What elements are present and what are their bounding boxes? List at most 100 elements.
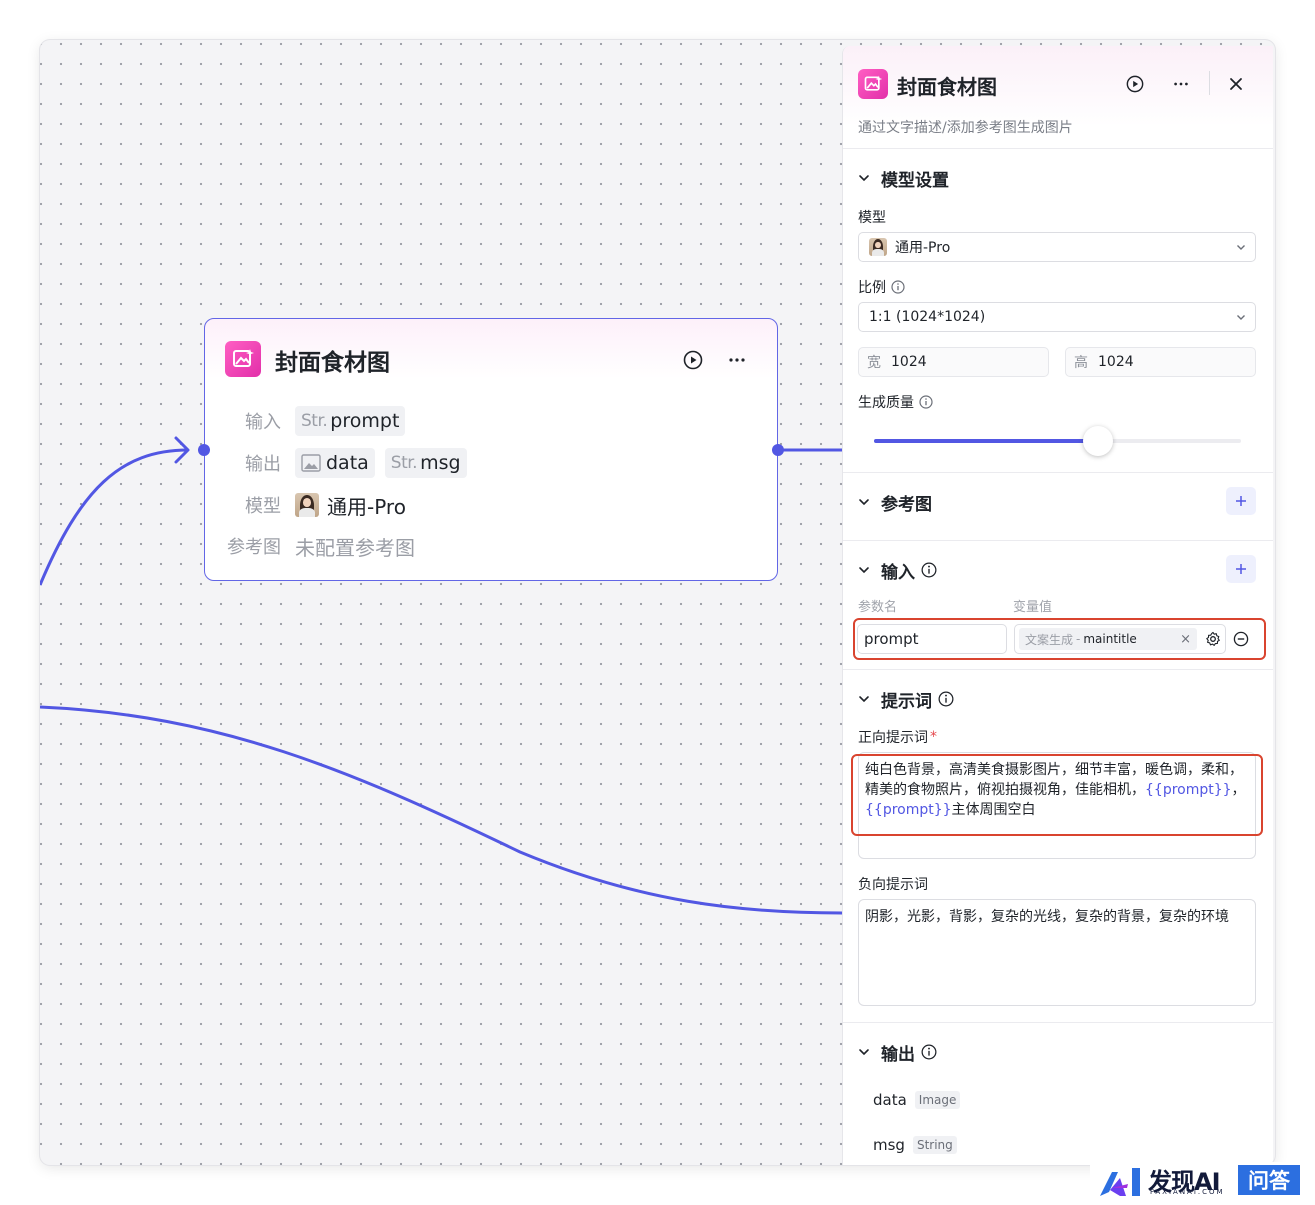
variable-separator: -	[1076, 632, 1081, 646]
section-title: 输出	[881, 1044, 915, 1065]
param-value-header: 变量值	[1013, 600, 1053, 615]
required-mark: *	[930, 729, 937, 745]
output-name: msg	[873, 1136, 905, 1154]
input-tag-value: prompt	[330, 410, 400, 432]
ratio-label: 比例	[858, 277, 905, 297]
model-label-text: 模型	[858, 210, 886, 226]
section-model-settings[interactable]: 模型设置	[857, 166, 949, 191]
variable-name: maintitle	[1083, 632, 1137, 646]
section-divider	[843, 472, 1273, 473]
height-input[interactable]: 高 1024	[1065, 347, 1256, 377]
section-title: 提示词	[881, 691, 932, 712]
more-icon	[729, 358, 745, 362]
header-divider	[1209, 71, 1210, 95]
edge-arrowhead	[174, 436, 190, 464]
panel-more-button[interactable]	[1167, 70, 1195, 98]
panel-close-button[interactable]	[1222, 70, 1250, 98]
node-input-port[interactable]	[198, 444, 210, 456]
positive-prompt-label-text: 正向提示词	[858, 730, 928, 746]
section-divider	[843, 1022, 1273, 1023]
node-input-row: 输入 Str. prompt	[225, 405, 415, 437]
string-type-icon: Str.	[390, 453, 418, 473]
node-ref-row: 参考图 未配置参考图	[225, 530, 415, 562]
string-type-icon: Str.	[301, 411, 328, 431]
param-name-input[interactable]: prompt	[857, 624, 1007, 654]
quality-slider-thumb[interactable]	[1082, 426, 1113, 456]
input-tag: Str. prompt	[295, 406, 406, 436]
height-value: 1024	[1098, 354, 1134, 370]
play-circle-icon	[683, 350, 703, 370]
info-icon[interactable]	[921, 1044, 937, 1060]
section-prompt[interactable]: 提示词	[857, 687, 954, 712]
section-reference[interactable]: 参考图	[857, 490, 932, 515]
info-icon[interactable]	[891, 280, 905, 294]
workflow-canvas[interactable]: 封面食材图 输入 Str. prompt 输出 data Str. msg 模型 通…	[40, 40, 1275, 1165]
section-title: 参考图	[881, 494, 932, 515]
width-input[interactable]: 宽 1024	[858, 347, 1049, 377]
output-tag-msg: Str. msg	[384, 448, 467, 478]
node-title: 封面食材图	[275, 350, 390, 376]
node-output-label: 输出	[245, 454, 281, 475]
negative-prompt-textarea[interactable]: 阴影，光影，背影，复杂的光线，复杂的背景，复杂的环境	[858, 899, 1256, 1006]
chevron-down-icon	[1235, 241, 1247, 257]
output-name: data	[873, 1091, 907, 1109]
ratio-select[interactable]: 1:1 (1024*1024)	[858, 302, 1256, 332]
settings-icon[interactable]	[1205, 631, 1221, 647]
output-item: data Image	[873, 1091, 961, 1109]
watermark-badge: 问答	[1238, 1165, 1300, 1195]
remove-variable-icon[interactable]: ×	[1180, 632, 1191, 647]
height-label: 高	[1074, 355, 1088, 371]
info-icon[interactable]	[921, 562, 937, 578]
output-tag-value: data	[326, 452, 369, 474]
info-icon[interactable]	[919, 395, 933, 409]
section-divider	[843, 669, 1273, 670]
node-ref-value: 未配置参考图	[295, 535, 415, 560]
more-icon	[1174, 82, 1188, 86]
chevron-down-icon	[1235, 311, 1247, 327]
node-output-row: 输出 data Str. msg	[225, 447, 477, 479]
model-select[interactable]: 通用-Pro	[858, 232, 1256, 262]
model-label: 模型	[858, 207, 886, 227]
model-select-value: 通用-Pro	[895, 240, 951, 256]
remove-circle-icon	[1233, 631, 1249, 647]
close-icon	[1230, 78, 1242, 90]
model-avatar	[869, 238, 887, 256]
node-model-value: 通用-Pro	[295, 491, 406, 520]
section-output[interactable]: 输出	[857, 1040, 937, 1065]
section-input[interactable]: 输入	[857, 558, 937, 583]
width-value: 1024	[891, 354, 927, 370]
quality-slider[interactable]	[874, 426, 1241, 456]
node-model-name: 通用-Pro	[327, 494, 406, 519]
variable-value-field[interactable]: 文案生成 - maintitle ×	[1014, 624, 1226, 654]
node-settings-panel: 封面食材图 通过文字描述/添加参考图生成图片 模型设置 模型 通用-Pro 比例…	[842, 46, 1273, 1165]
workflow-node[interactable]: 封面食材图 输入 Str. prompt 输出 data Str. msg 模型 通…	[204, 318, 778, 581]
negative-prompt-label: 负向提示词	[858, 874, 928, 894]
node-output-port[interactable]	[772, 444, 784, 456]
node-more-button[interactable]	[723, 346, 751, 374]
quality-label: 生成质量	[858, 392, 933, 412]
node-input-label: 输入	[245, 412, 281, 433]
edge-lower	[40, 705, 843, 915]
highlight-prompt	[851, 754, 1263, 836]
run-node-button[interactable]	[679, 346, 707, 374]
chevron-down-icon	[857, 563, 871, 577]
panel-run-button[interactable]	[1121, 70, 1149, 98]
plus-icon	[1236, 564, 1246, 574]
variable-source: 文案生成	[1025, 632, 1074, 647]
ratio-label-text: 比例	[858, 280, 886, 296]
watermark: 发现AI FAXIANAI.COM 问答	[1090, 1162, 1315, 1205]
panel-description: 通过文字描述/添加参考图生成图片	[858, 120, 1073, 136]
node-ref-label: 参考图	[227, 537, 281, 558]
output-item: msg String	[873, 1136, 957, 1154]
info-icon[interactable]	[938, 691, 954, 707]
add-input-button[interactable]	[1226, 555, 1256, 583]
output-type-badge: String	[912, 1136, 957, 1154]
positive-prompt-label: 正向提示词 *	[858, 727, 937, 747]
param-name-header: 参数名	[858, 600, 898, 615]
remove-param-button[interactable]	[1229, 625, 1253, 653]
add-reference-button[interactable]	[1226, 487, 1256, 515]
image-generate-icon	[858, 69, 888, 99]
chevron-down-icon	[857, 171, 871, 185]
negative-prompt-label-text: 负向提示词	[858, 877, 928, 893]
watermark-domain: FAXIANAI.COM	[1150, 1188, 1225, 1196]
